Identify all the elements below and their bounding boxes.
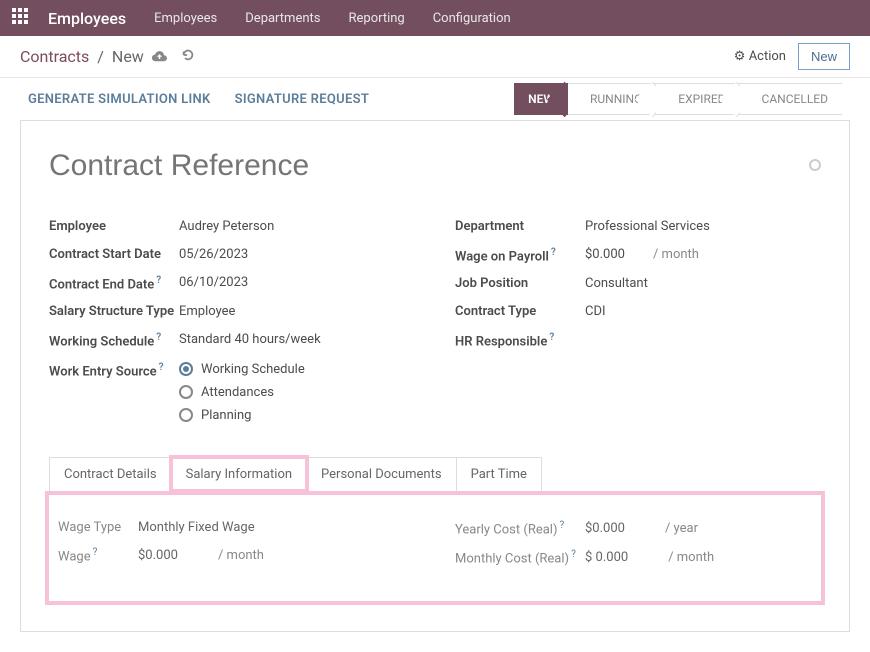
wage-value[interactable]: $0.000 xyxy=(138,548,178,563)
help-icon[interactable]: ? xyxy=(156,332,161,343)
wage-on-payroll-unit: / month xyxy=(653,247,699,262)
help-icon[interactable]: ? xyxy=(559,520,564,531)
help-icon[interactable]: ? xyxy=(159,362,164,373)
monthly-cost-label: Monthly Cost (Real)? xyxy=(455,549,585,566)
menu-reporting[interactable]: Reporting xyxy=(348,11,404,26)
gear-icon: ⚙ xyxy=(734,49,746,64)
form-right-column: Department Professional Services Wage on… xyxy=(455,213,821,429)
radio-attendances[interactable]: Attendances xyxy=(179,385,305,400)
salary-information-pane: Wage Type Monthly Fixed Wage Wage? $0.00… xyxy=(49,495,821,602)
menu-departments[interactable]: Departments xyxy=(245,11,320,26)
app-title[interactable]: Employees xyxy=(48,9,126,28)
help-icon[interactable]: ? xyxy=(549,332,554,343)
employee-label: Employee xyxy=(49,219,179,234)
signature-request-button[interactable]: SIGNATURE REQUEST xyxy=(235,92,370,107)
monthly-cost-unit: / month xyxy=(668,550,714,565)
wage-label: Wage? xyxy=(58,547,138,564)
working-schedule-value[interactable]: Standard 40 hours/week xyxy=(179,332,321,347)
toolbar: GENERATE SIMULATION LINK SIGNATURE REQUE… xyxy=(0,78,870,120)
department-label: Department xyxy=(455,219,585,234)
contract-type-value[interactable]: CDI xyxy=(585,304,606,319)
wage-on-payroll-value[interactable]: $0.000 xyxy=(585,247,625,262)
contract-type-label: Contract Type xyxy=(455,304,585,319)
top-navbar: Employees Employees Departments Reportin… xyxy=(0,0,870,36)
job-position-label: Job Position xyxy=(455,276,585,291)
action-menu[interactable]: ⚙ Action xyxy=(734,49,786,64)
new-button[interactable]: New xyxy=(798,43,850,70)
wage-type-value[interactable]: Monthly Fixed Wage xyxy=(138,520,255,535)
radio-planning[interactable]: Planning xyxy=(179,408,305,423)
breadcrumb-current: New xyxy=(112,47,144,66)
breadcrumb-separator: / xyxy=(97,47,104,66)
yearly-cost-label: Yearly Cost (Real)? xyxy=(455,520,585,537)
monthly-cost-value[interactable]: $ 0.000 xyxy=(585,550,628,565)
control-panel: Contracts / New ⚙ Action New xyxy=(0,36,870,78)
tab-personal-documents[interactable]: Personal Documents xyxy=(306,457,457,491)
department-value[interactable]: Professional Services xyxy=(585,219,710,234)
tab-salary-information[interactable]: Salary Information xyxy=(171,457,307,491)
work-entry-source-label: Work Entry Source? xyxy=(49,362,179,379)
start-date-label: Contract Start Date xyxy=(49,247,179,262)
yearly-cost-unit: / year xyxy=(665,521,698,536)
help-icon[interactable]: ? xyxy=(156,275,161,286)
tab-part-time[interactable]: Part Time xyxy=(456,457,542,491)
statusbar: NEW RUNNING EXPIRED CANCELLED xyxy=(514,83,842,115)
status-expired[interactable]: EXPIRED xyxy=(656,83,739,115)
wage-on-payroll-label: Wage on Payroll? xyxy=(455,247,585,264)
help-icon[interactable]: ? xyxy=(551,247,556,258)
status-new[interactable]: NEW xyxy=(514,83,568,115)
form-left-column: Employee Audrey Peterson Contract Start … xyxy=(49,213,415,429)
end-date-value[interactable]: 06/10/2023 xyxy=(179,275,248,290)
employee-value[interactable]: Audrey Peterson xyxy=(179,219,274,234)
working-schedule-label: Working Schedule? xyxy=(49,332,179,349)
job-position-value[interactable]: Consultant xyxy=(585,276,648,291)
top-menu: Employees Departments Reporting Configur… xyxy=(154,11,511,26)
menu-configuration[interactable]: Configuration xyxy=(433,11,511,26)
end-date-label: Contract End Date? xyxy=(49,275,179,292)
discard-icon[interactable] xyxy=(181,47,195,66)
form-sheet: Employee Audrey Peterson Contract Start … xyxy=(20,120,850,632)
contract-reference-input[interactable] xyxy=(49,149,589,183)
kanban-state-dot[interactable] xyxy=(809,159,821,171)
help-icon[interactable]: ? xyxy=(93,547,98,558)
salary-structure-label: Salary Structure Type xyxy=(49,304,179,319)
hr-responsible-label: HR Responsible? xyxy=(455,332,585,349)
wage-type-label: Wage Type xyxy=(58,520,138,535)
yearly-cost-value[interactable]: $0.000 xyxy=(585,521,625,536)
breadcrumb: Contracts / New xyxy=(20,47,195,66)
wage-unit: / month xyxy=(218,548,264,563)
tab-contract-details[interactable]: Contract Details xyxy=(49,457,172,491)
status-cancelled[interactable]: CANCELLED xyxy=(740,83,842,115)
cloud-upload-icon[interactable] xyxy=(152,47,167,66)
help-icon[interactable]: ? xyxy=(571,549,576,560)
tabs: Contract Details Salary Information Pers… xyxy=(49,457,821,491)
radio-working-schedule[interactable]: Working Schedule xyxy=(179,362,305,377)
salary-structure-value[interactable]: Employee xyxy=(179,304,235,319)
work-entry-source-radios: Working Schedule Attendances Planning xyxy=(179,362,305,423)
apps-icon[interactable] xyxy=(12,8,28,28)
generate-simulation-link-button[interactable]: GENERATE SIMULATION LINK xyxy=(28,92,211,107)
status-running[interactable]: RUNNING xyxy=(568,83,656,115)
breadcrumb-contracts[interactable]: Contracts xyxy=(20,47,89,66)
menu-employees[interactable]: Employees xyxy=(154,11,217,26)
start-date-value[interactable]: 05/26/2023 xyxy=(179,247,248,262)
